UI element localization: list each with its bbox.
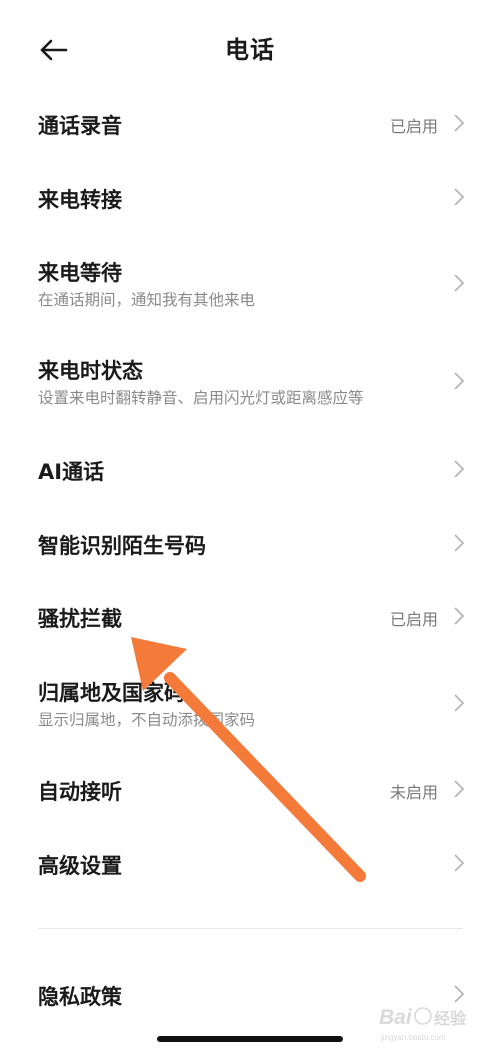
- setting-harassment-block[interactable]: 骚扰拦截 已启用: [0, 589, 500, 645]
- chevron-right-icon: [454, 114, 465, 132]
- setting-location-country-code[interactable]: 归属地及国家码 显示归属地，不自动添拨国家码: [0, 670, 500, 736]
- setting-smart-identify[interactable]: 智能识别陌生号码: [0, 516, 500, 572]
- setting-label: 归属地及国家码: [38, 681, 185, 705]
- setting-auto-answer[interactable]: 自动接听 未启用: [0, 762, 500, 818]
- svg-text:经验: 经验: [434, 1009, 467, 1028]
- top-bar: 电话: [0, 0, 500, 100]
- chevron-right-icon: [454, 274, 465, 292]
- chevron-right-icon: [454, 372, 465, 390]
- svg-text:Bai: Bai: [379, 1006, 413, 1029]
- home-indicator[interactable]: [157, 1036, 343, 1042]
- setting-label: 自动接听: [38, 780, 122, 804]
- chevron-right-icon: [454, 460, 465, 478]
- setting-advanced[interactable]: 高级设置: [0, 836, 500, 892]
- setting-ai-call[interactable]: AI通话: [0, 442, 500, 498]
- setting-label: 骚扰拦截: [38, 607, 122, 631]
- setting-description: 设置来电时翻转静音、启用闪光灯或距离感应等: [38, 389, 364, 407]
- setting-label: 来电等待: [38, 261, 122, 285]
- setting-description: 显示归属地，不自动添拨国家码: [38, 711, 256, 729]
- status-text: 已启用: [389, 117, 438, 136]
- chevron-right-icon: [454, 854, 465, 872]
- setting-label: 智能识别陌生号码: [38, 534, 206, 558]
- setting-label: 来电时状态: [38, 359, 143, 383]
- page-title: 电话: [225, 36, 275, 64]
- chevron-right-icon: [454, 607, 465, 625]
- setting-call-recording[interactable]: 通话录音 已启用: [0, 96, 500, 152]
- setting-call-forwarding[interactable]: 来电转接: [0, 170, 500, 226]
- setting-label: 隐私政策: [38, 985, 122, 1009]
- svg-text:jingyan.baidu.com: jingyan.baidu.com: [380, 1033, 446, 1042]
- chevron-right-icon: [454, 188, 465, 206]
- setting-label: 高级设置: [38, 854, 122, 878]
- chevron-right-icon: [454, 780, 465, 798]
- chevron-right-icon: [454, 694, 465, 712]
- setting-label: 来电转接: [38, 188, 122, 212]
- watermark-logo: Bai 经验 jingyan.baidu.com: [379, 1006, 467, 1042]
- chevron-right-icon: [454, 534, 465, 552]
- setting-label: AI通话: [38, 460, 105, 484]
- section-divider: [38, 928, 463, 929]
- setting-call-waiting[interactable]: 来电等待 在通话期间，通知我有其他来电: [0, 250, 500, 316]
- setting-incoming-call-state[interactable]: 来电时状态 设置来电时翻转静音、启用闪光灯或距离感应等: [0, 348, 500, 414]
- setting-description: 在通话期间，通知我有其他来电: [38, 291, 256, 309]
- setting-label: 通话录音: [38, 114, 122, 138]
- status-text: 已启用: [389, 610, 438, 629]
- status-text: 未启用: [389, 783, 438, 802]
